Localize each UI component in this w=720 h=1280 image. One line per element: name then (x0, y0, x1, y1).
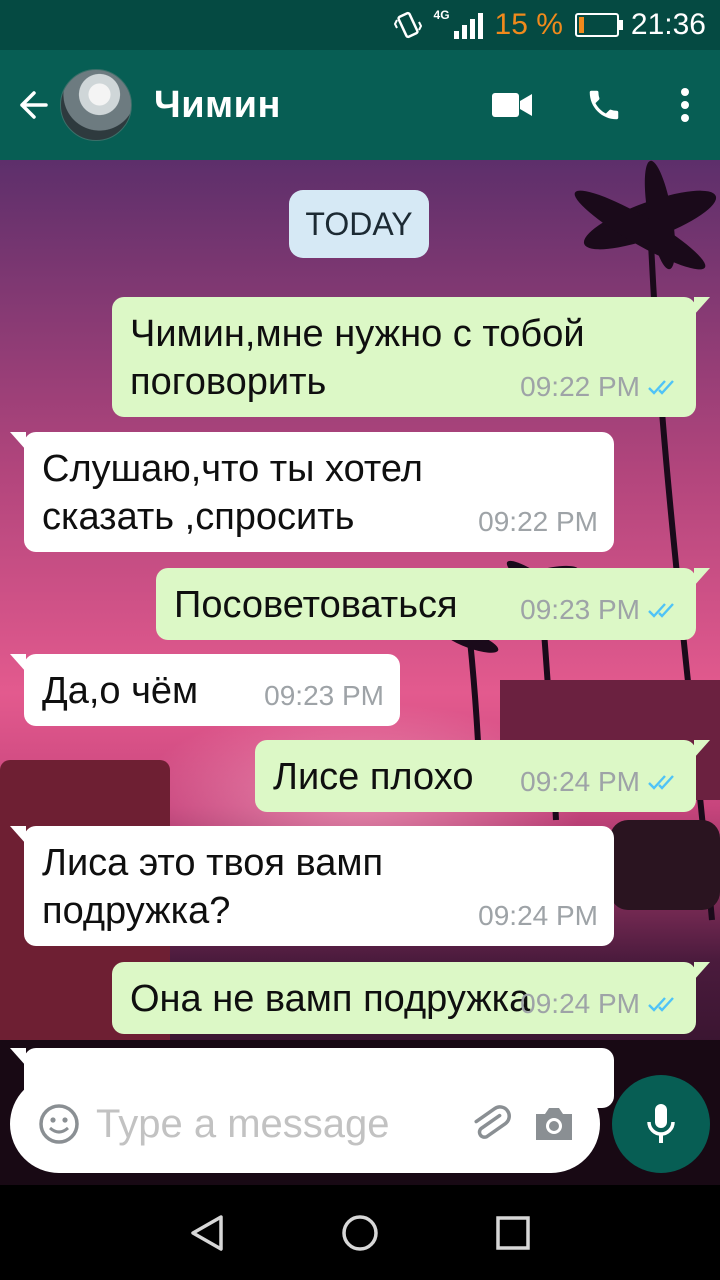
video-call-icon (492, 93, 532, 117)
message-meta: 09:22 PM (478, 498, 598, 546)
microphone-icon (647, 1104, 675, 1143)
message-outgoing[interactable]: Лисе плохо 09:24 PM (255, 740, 710, 812)
signal-strength-icon (453, 11, 483, 39)
message-input[interactable] (94, 1093, 458, 1155)
message-meta: 09:24 PM (520, 980, 680, 1028)
attach-button[interactable] (458, 1075, 522, 1173)
phone-screen: 4G 15 % 21:36 Чимин TODAY Чимин,мне нужн… (0, 0, 720, 1280)
message-incoming[interactable]: Лиса это твоя вамп подружка? 09:24 PM (10, 826, 614, 946)
camera-icon (536, 1108, 572, 1140)
read-ticks-icon (648, 775, 674, 790)
battery-percent: 15 % (494, 8, 563, 41)
nav-back-button[interactable] (167, 1193, 247, 1273)
bubble-tail (694, 297, 710, 315)
message-time: 09:22 PM (520, 371, 640, 402)
back-button[interactable] (4, 50, 60, 160)
date-chip: TODAY (289, 190, 429, 258)
message-meta: 09:23 PM (264, 672, 384, 720)
bubble-tail (694, 568, 710, 586)
more-vertical-icon (681, 88, 689, 122)
voice-message-button[interactable] (612, 1075, 710, 1173)
voice-call-button[interactable] (558, 50, 650, 160)
emoji-button[interactable] (10, 1075, 80, 1173)
message-meta: 09:24 PM (478, 892, 598, 940)
system-navigation-bar (0, 1185, 720, 1280)
vibrate-icon (393, 11, 422, 39)
phone-icon (589, 90, 619, 120)
message-outgoing[interactable]: Посоветоваться 09:23 PM (156, 568, 710, 640)
message-composer (10, 1075, 600, 1173)
more-options-button[interactable] (650, 50, 720, 160)
avatar[interactable] (60, 69, 132, 141)
bubble-tail (10, 432, 26, 450)
read-ticks-icon (648, 603, 674, 618)
message-meta: 09:22 PM (520, 363, 680, 411)
contact-name[interactable]: Чимин (154, 84, 466, 127)
message-incoming[interactable]: Слушаю,что ты хотел сказать ,спросить 09… (10, 432, 614, 552)
chat-header: Чимин (0, 50, 720, 160)
message-time: 09:24 PM (478, 900, 598, 931)
message-meta: 09:23 PM (520, 586, 680, 634)
nav-home-button[interactable] (320, 1193, 400, 1273)
message-time: 09:24 PM (520, 988, 640, 1019)
bubble-tail (694, 740, 710, 758)
back-triangle-icon (190, 1214, 223, 1251)
video-call-button[interactable] (466, 50, 558, 160)
network-type: 4G (433, 8, 450, 22)
camera-button[interactable] (522, 1075, 586, 1173)
chat-area[interactable]: TODAY Чимин,мне нужно с тобой поговорить… (0, 160, 720, 1185)
message-time: 09:24 PM (520, 766, 640, 797)
back-arrow-icon (20, 91, 48, 119)
home-circle-icon (342, 1214, 378, 1251)
battery-icon (574, 13, 623, 37)
read-ticks-icon (648, 997, 674, 1012)
message-outgoing[interactable]: Она не вамп подружка 09:24 PM (112, 962, 710, 1034)
emoji-icon (39, 1104, 79, 1144)
message-meta: 09:24 PM (520, 758, 680, 806)
message-time: 09:22 PM (478, 506, 598, 537)
nav-recents-button[interactable] (473, 1193, 553, 1273)
message-incoming[interactable]: Да,о чём 09:23 PM (10, 654, 400, 726)
attachment-icon (474, 1105, 511, 1139)
status-bar: 4G 15 % 21:36 (0, 0, 720, 50)
recents-square-icon (496, 1215, 531, 1250)
message-time: 09:23 PM (264, 680, 384, 711)
clock: 21:36 (630, 8, 706, 41)
bubble-tail (10, 826, 26, 844)
bubble-tail (694, 962, 710, 980)
read-ticks-icon (648, 380, 674, 395)
battery-level (578, 17, 585, 33)
message-time: 09:23 PM (520, 594, 640, 625)
message-outgoing[interactable]: Чимин,мне нужно с тобой поговорить 09:22… (112, 297, 710, 417)
bubble-tail (10, 1048, 26, 1066)
bubble-tail (10, 654, 26, 672)
